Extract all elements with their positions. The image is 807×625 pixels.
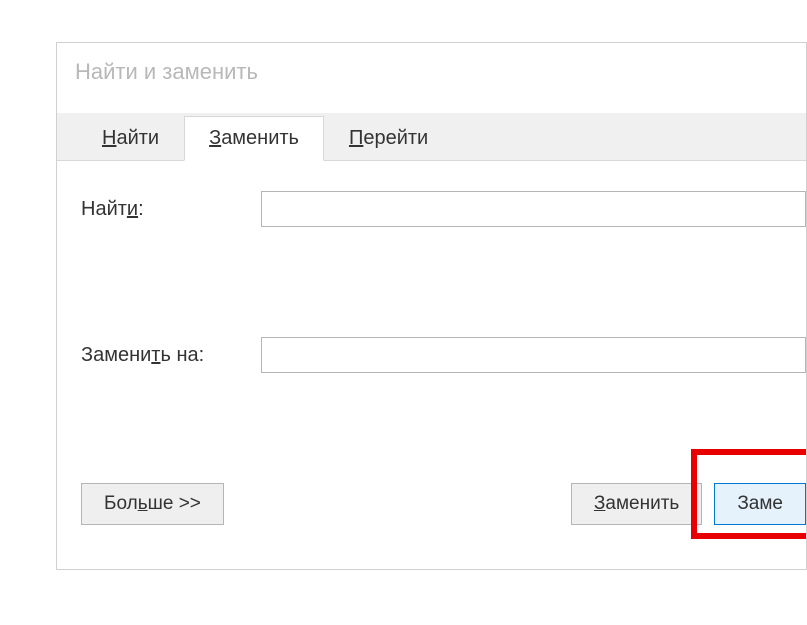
find-row: Найти: <box>81 191 806 227</box>
replace-label: Заменить на: <box>81 344 261 367</box>
tabs-row: Найти Заменить Перейти <box>57 113 806 161</box>
dialog-title: Найти и заменить <box>57 43 806 113</box>
replace-button[interactable]: Заменить <box>571 483 702 525</box>
find-input[interactable] <box>261 191 806 227</box>
tab-goto[interactable]: Перейти <box>324 116 453 160</box>
button-row: Больше >> Заменить Заме <box>81 483 806 525</box>
find-replace-dialog: Найти и заменить Найти Заменить Перейти … <box>56 42 807 570</box>
replace-all-button[interactable]: Заме <box>714 483 806 525</box>
find-label: Найти: <box>81 198 261 221</box>
tab-body: Найти: Заменить на: Больше >> Заменить З… <box>57 161 806 555</box>
more-button[interactable]: Больше >> <box>81 483 224 525</box>
replace-input[interactable] <box>261 337 806 373</box>
tab-replace[interactable]: Заменить <box>184 116 324 161</box>
tab-find[interactable]: Найти <box>77 116 184 160</box>
replace-row: Заменить на: <box>81 337 806 373</box>
